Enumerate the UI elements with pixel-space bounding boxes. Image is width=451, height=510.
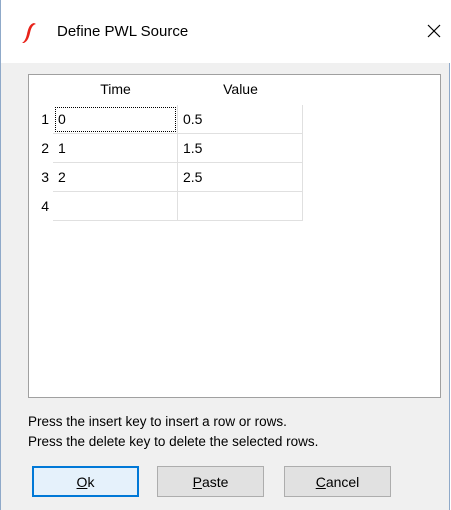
paste-button[interactable]: Paste	[157, 466, 264, 497]
paste-label-rest: aste	[201, 473, 229, 490]
row-header[interactable]: 4	[29, 192, 53, 221]
time-cell[interactable]: 2	[53, 163, 178, 192]
close-icon	[427, 24, 441, 38]
value-cell[interactable]	[178, 192, 303, 221]
ok-button[interactable]: Ok	[32, 466, 139, 497]
app-logo-icon	[22, 23, 36, 43]
time-cell[interactable]	[53, 192, 178, 221]
value-cell[interactable]: 1.5	[178, 134, 303, 163]
cancel-mnemonic: C	[315, 473, 326, 490]
time-cell[interactable]: 0	[53, 105, 178, 134]
window-title: Define PWL Source	[57, 23, 189, 40]
value-cell[interactable]: 0.5	[178, 105, 303, 134]
insert-hint-text: Press the insert key to insert a row or …	[28, 414, 287, 429]
ok-mnemonic: O	[76, 473, 88, 490]
row-header[interactable]: 2	[29, 134, 53, 163]
define-pwl-dialog: Define PWL Source Time Value 1 0 0.5 2 1…	[0, 0, 450, 510]
cancel-label-rest: ancel	[325, 473, 360, 490]
value-cell[interactable]: 2.5	[178, 163, 303, 192]
time-cell[interactable]: 1	[53, 134, 178, 163]
column-header-time[interactable]: Time	[53, 75, 178, 104]
paste-mnemonic: P	[192, 473, 202, 490]
ok-label-rest: k	[87, 473, 95, 490]
delete-hint-text: Press the delete key to delete the selec…	[28, 434, 319, 449]
pwl-data-grid[interactable]: Time Value 1 0 0.5 2 1 1.5 3 2 2.5 4	[28, 74, 441, 398]
close-button[interactable]	[419, 16, 449, 46]
grid-corner-header	[29, 75, 53, 104]
cancel-button[interactable]: Cancel	[284, 466, 391, 497]
row-header[interactable]: 3	[29, 163, 53, 192]
row-header[interactable]: 1	[29, 105, 53, 134]
title-bar[interactable]: Define PWL Source	[1, 0, 450, 63]
column-header-value[interactable]: Value	[178, 75, 303, 104]
